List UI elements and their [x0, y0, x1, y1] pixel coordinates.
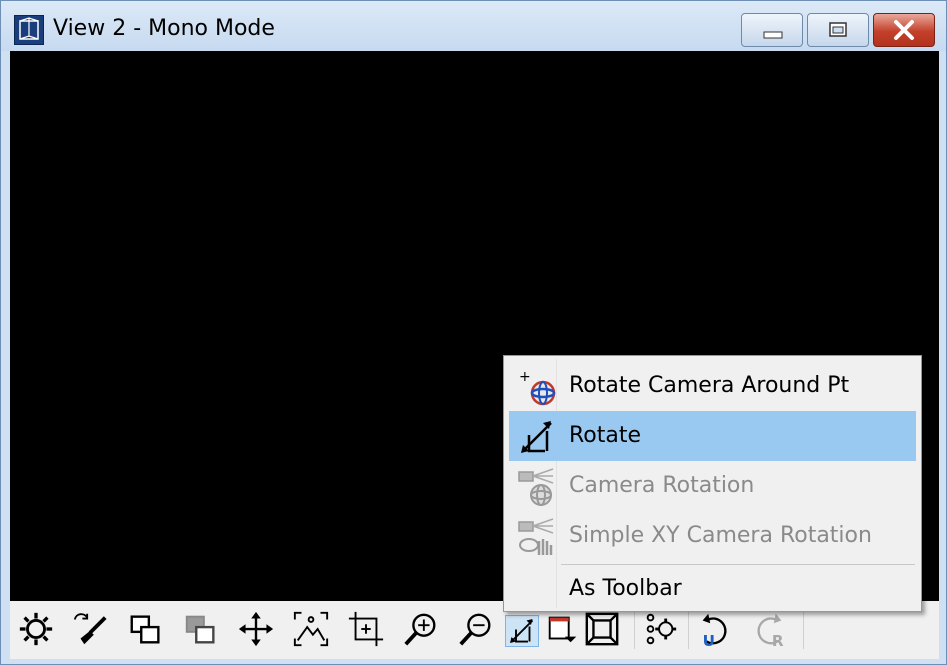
- minimize-button[interactable]: [741, 13, 803, 47]
- svg-text:+: +: [519, 369, 531, 385]
- svg-text:R: R: [772, 632, 784, 648]
- menu-item-label: Simple XY Camera Rotation: [569, 523, 872, 548]
- rotate-camera-around-point-icon: +: [517, 367, 557, 407]
- overlay-windows-disabled-icon: [185, 615, 215, 644]
- dropdown-icon: [548, 616, 577, 643]
- zoom-out-icon: [459, 613, 491, 646]
- rotate-options-menu: + Rotate Camera Around Pt Rotate Camera …: [503, 355, 922, 612]
- title-bar[interactable]: View 2 - Mono Mode: [1, 1, 946, 51]
- menu-item-label: Rotate: [569, 423, 642, 448]
- close-button[interactable]: [873, 13, 935, 47]
- redo-icon: R: [757, 613, 784, 648]
- app-icon[interactable]: [14, 15, 44, 45]
- refresh-paint-icon: [73, 613, 107, 645]
- menu-item-label: Rotate Camera Around Pt: [569, 373, 850, 398]
- simple-xy-camera-rotation-icon: [517, 517, 557, 557]
- zoom-window-button[interactable]: [344, 605, 388, 653]
- menu-separator: [561, 564, 915, 565]
- close-icon: [894, 20, 914, 40]
- refresh-paint-button[interactable]: [68, 605, 112, 653]
- menu-item-as-toolbar[interactable]: As Toolbar: [509, 566, 916, 608]
- svg-text:U: U: [703, 632, 715, 648]
- toolbar-separator: [803, 609, 804, 649]
- zoom-in-icon: [404, 613, 436, 646]
- pan-button[interactable]: [234, 605, 278, 653]
- undo-icon: U: [702, 613, 727, 648]
- zoom-extents-button[interactable]: [289, 605, 333, 653]
- overlay-windows-button[interactable]: [124, 605, 168, 653]
- maximize-button[interactable]: [807, 13, 869, 47]
- settings-button[interactable]: [14, 605, 58, 653]
- pan-icon: [238, 611, 274, 647]
- snap-settings-button[interactable]: [638, 605, 682, 653]
- undo-button[interactable]: U: [692, 605, 736, 653]
- toolbar-separator: [688, 609, 689, 649]
- overlay-windows-icon: [130, 615, 160, 644]
- window-title: View 2 - Mono Mode: [53, 16, 275, 41]
- zoom-out-button[interactable]: [454, 605, 498, 653]
- frame-icon: [585, 612, 619, 646]
- snap-settings-icon: [646, 613, 677, 645]
- menu-item-camera-rotation: Camera Rotation: [509, 461, 916, 511]
- menu-item-rotate[interactable]: Rotate: [509, 411, 916, 461]
- rotate-icon: [517, 417, 557, 457]
- minimize-icon: [763, 31, 783, 39]
- maximize-icon: [829, 22, 847, 37]
- redo-button: R: [748, 605, 792, 653]
- zoom-window-icon: [348, 611, 384, 647]
- zoom-extents-icon: [293, 611, 329, 647]
- menu-item-label: As Toolbar: [569, 576, 682, 601]
- rotate-button[interactable]: [505, 615, 539, 647]
- menu-item-simple-xy-camera-rotation: Simple XY Camera Rotation: [509, 511, 916, 561]
- frame-button[interactable]: [580, 605, 624, 653]
- rotate-icon: [510, 619, 534, 643]
- zoom-in-button[interactable]: [399, 605, 443, 653]
- menu-item-rotate-camera-around-pt[interactable]: + Rotate Camera Around Pt: [509, 361, 916, 411]
- menu-item-label: Camera Rotation: [569, 473, 755, 498]
- view-options-dropdown[interactable]: [541, 605, 585, 653]
- camera-rotation-icon: [517, 467, 557, 507]
- toolbar-separator: [634, 609, 635, 649]
- settings-icon: [19, 612, 53, 646]
- overlay-windows-disabled-button: [179, 605, 223, 653]
